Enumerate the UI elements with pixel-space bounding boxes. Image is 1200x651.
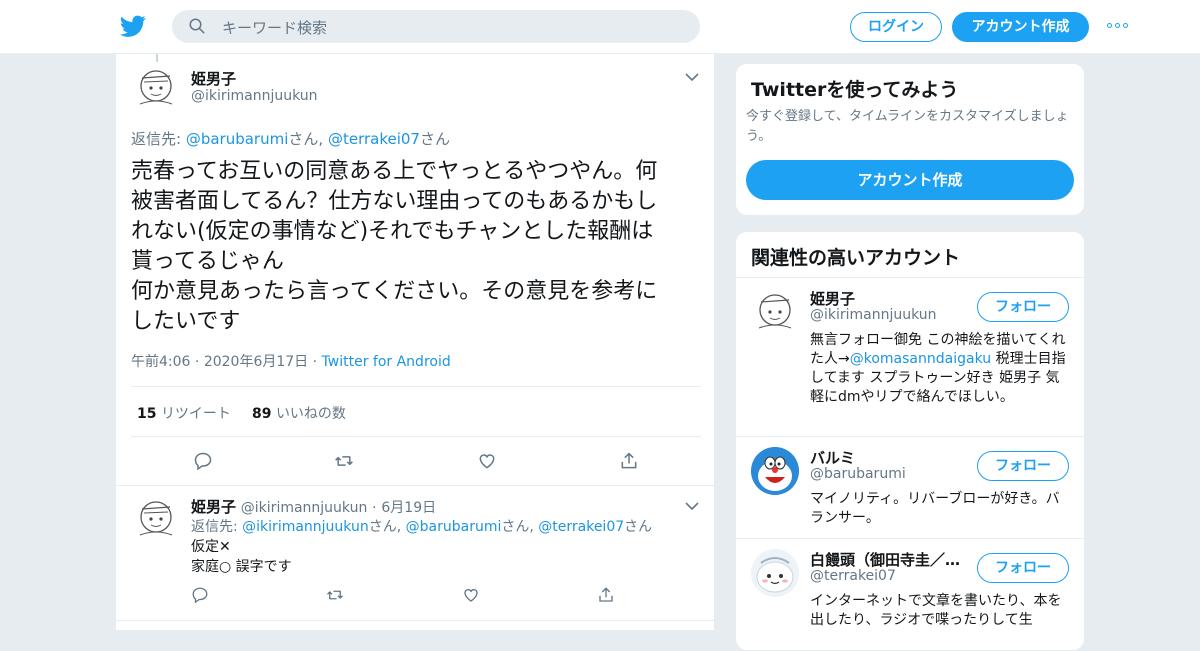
account-bio: マイノリティ。リバーブローが好き。バランサー。 — [810, 490, 1068, 528]
account-name[interactable]: 白饅頭（御田寺圭／… — [810, 549, 965, 570]
related-accounts-card: 関連性の高いアカウント 姫男子 @ikirimannjuukun フォロー 無言… — [735, 231, 1085, 651]
account-name[interactable]: バルミ — [810, 447, 965, 468]
like-label: いいねの数 — [275, 406, 346, 422]
related-title: 関連性の高いアカウント — [751, 247, 961, 269]
retweet-number: 15 — [137, 406, 157, 422]
top-bar: キーワード検索 ログイン アカウント作成 — [0, 0, 1200, 54]
account-name[interactable]: 姫男子 — [810, 288, 965, 309]
avatar[interactable] — [751, 288, 799, 336]
retweet-count[interactable]: 15 リツイート — [137, 403, 231, 423]
search-input[interactable]: キーワード検索 — [222, 17, 327, 38]
avatar-sketch-icon — [139, 70, 173, 105]
mention-link[interactable]: @barubarumi — [406, 519, 502, 535]
retweet-icon[interactable] — [334, 451, 354, 471]
mention-link[interactable]: @terrakei07 — [538, 519, 624, 535]
tweet-text-line: 何か意見あったら言ってください。その意見を参考に — [131, 279, 658, 304]
like-count[interactable]: 89 いいねの数 — [252, 403, 346, 423]
account-item[interactable]: バルミ @barubarumi フォロー マイノリティ。リバーブローが好き。バラ… — [736, 436, 1084, 538]
like-number: 89 — [252, 406, 272, 422]
honorific: さん — [624, 519, 653, 535]
author-handle[interactable]: @ikirimannjuukun — [241, 500, 368, 516]
chevron-down-icon[interactable] — [685, 72, 699, 82]
mention-link[interactable]: @terrakei07 — [328, 130, 420, 148]
chevron-down-icon[interactable] — [685, 501, 699, 511]
reply-text-line: 家庭○ 誤字です — [191, 559, 292, 575]
tweet-text: 売春ってお互いの同意ある上でヤっとるやつやん。何 被害者面してるん？仕方ない理由… — [131, 157, 703, 337]
reply-to-label: 返信先: — [131, 130, 186, 148]
account-handle[interactable]: @barubarumi — [810, 466, 906, 482]
honorific: さん — [288, 130, 319, 148]
follow-button[interactable]: フォロー — [977, 451, 1069, 481]
reply-text: 仮定✕ 家庭○ 誤字です — [191, 537, 292, 577]
account-handle[interactable]: @ikirimannjuukun — [810, 307, 937, 323]
avatar-sketch-icon — [139, 501, 173, 536]
reply-to-line: 返信先: @ikirimannjuukunさん, @barubarumiさん, … — [191, 519, 653, 535]
avatar[interactable] — [751, 447, 799, 495]
account-bio: インターネットで文章を書いたり、本を出したり、ラジオで喋ったりして生 — [810, 592, 1068, 630]
reply-header: 姫男子 @ikirimannjuukun · 6月19日 — [191, 496, 436, 517]
retweet-label: リツイート — [160, 406, 231, 422]
signup-card: Twitterを使ってみよう 今すぐ登録して、タイムラインをカスタマイズしましょ… — [735, 63, 1085, 216]
avatar-sketch-icon — [758, 294, 792, 329]
account-handle[interactable]: @terrakei07 — [810, 568, 896, 584]
mention-link[interactable]: @komasanndaigaku — [850, 351, 991, 367]
reply-icon[interactable] — [191, 586, 209, 604]
bio-text: マイノリティ。リバーブローが好き。バランサー。 — [810, 491, 1060, 526]
avatar[interactable] — [751, 549, 799, 597]
signup-card-title: Twitterを使ってみよう — [751, 79, 959, 101]
bio-text: インターネットで文章を書いたり、本を出したり、ラジオで喋ったりして生 — [810, 593, 1062, 628]
avatar-character-icon — [751, 549, 799, 597]
tweet-date[interactable]: 6月19日 — [381, 500, 436, 516]
tweet-text-line: 被害者面してるん？仕方ない理由ってのもあるかもし — [131, 189, 658, 214]
account-item[interactable]: 姫男子 @ikirimannjuukun フォロー 無言フォロー御免 この神絵を… — [736, 277, 1084, 436]
reply-to-label: 返信先: — [191, 519, 243, 535]
avatar[interactable] — [132, 64, 180, 112]
login-button[interactable]: ログイン — [850, 12, 942, 42]
avatar-cartoon-icon — [751, 447, 799, 495]
tweet-text-line: 売春ってお互いの同意ある上でヤっとるやつやん。何 — [131, 159, 658, 184]
signup-card-subtitle: 今すぐ登録して、タイムラインをカスタマイズしましょう。 — [746, 109, 1069, 144]
tweet-meta: 午前4:06 · 2020年6月17日 · Twitter for Androi… — [131, 354, 451, 370]
mention-link[interactable]: @barubarumi — [186, 130, 289, 148]
tweet-column: 姫男子 @ikirimannjuukun 返信先: @barubarumiさん,… — [115, 54, 715, 630]
tweet-time: 午前4:06 — [131, 354, 191, 370]
tweet-stats: 15 リツイート 89 いいねの数 — [131, 386, 701, 437]
thread-line — [156, 54, 158, 62]
honorific: さん — [419, 130, 450, 148]
reply-icon[interactable] — [193, 451, 213, 471]
account-item[interactable]: 白饅頭（御田寺圭／… @terrakei07 フォロー インターネットで文章を書… — [736, 538, 1084, 650]
search-icon — [189, 18, 205, 34]
author-name[interactable]: 姫男子 — [191, 498, 236, 516]
author-handle[interactable]: @ikirimannjuukun — [191, 88, 318, 104]
follow-button[interactable]: フォロー — [977, 553, 1069, 583]
mention-link[interactable]: @ikirimannjuukun — [242, 519, 369, 535]
reply-text-line: 仮定✕ — [191, 539, 231, 555]
account-bio: 無言フォロー御免 この神絵を描いてくれた人→@komasanndaigaku 税… — [810, 331, 1068, 407]
tweet-text-line: したいです — [131, 309, 241, 334]
retweet-icon[interactable] — [326, 586, 344, 604]
tweet-source[interactable]: Twitter for Android — [322, 354, 451, 370]
divider — [116, 620, 714, 621]
divider — [116, 485, 714, 486]
tweet-text-line: れない(仮定の事情など)それでもチャンとした報酬は — [131, 219, 654, 244]
share-icon[interactable] — [597, 586, 615, 604]
like-icon[interactable] — [462, 586, 480, 604]
signup-card-button[interactable]: アカウント作成 — [746, 160, 1074, 200]
avatar[interactable] — [132, 495, 180, 543]
search-bar[interactable]: キーワード検索 — [172, 10, 700, 43]
honorific: さん — [501, 519, 530, 535]
signup-button[interactable]: アカウント作成 — [952, 12, 1089, 42]
twitter-bird-icon[interactable] — [120, 13, 146, 39]
honorific: さん — [368, 519, 397, 535]
separator: · — [372, 500, 377, 516]
reply-to-line: 返信先: @barubarumiさん, @terrakei07さん — [131, 130, 450, 148]
follow-button[interactable]: フォロー — [977, 292, 1069, 322]
share-icon[interactable] — [619, 451, 639, 471]
more-icon[interactable] — [1107, 23, 1129, 31]
tweet-date: 2020年6月17日 — [203, 354, 309, 370]
author-name[interactable]: 姫男子 — [191, 68, 236, 89]
tweet-text-line: 貰ってるじゃん — [131, 249, 284, 274]
like-icon[interactable] — [477, 451, 497, 471]
